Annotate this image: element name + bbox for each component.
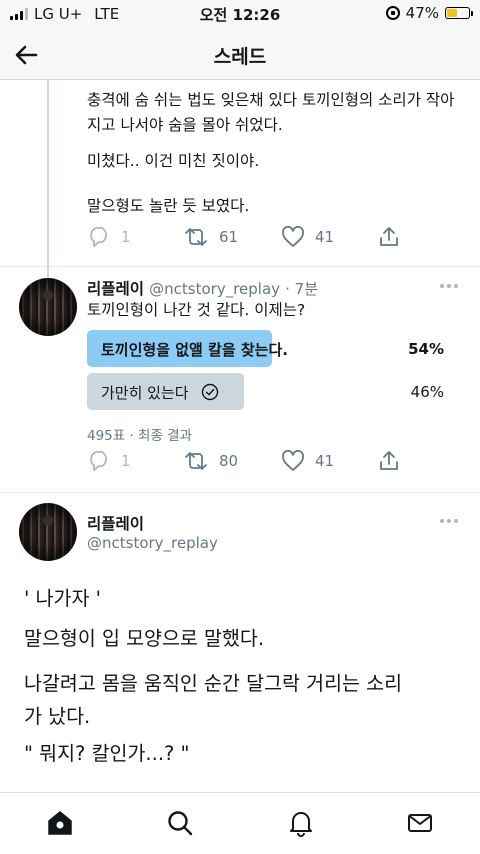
like-button[interactable]: 41 [281, 450, 334, 472]
poll-summary: 495표 · 최종 결과 [87, 428, 193, 444]
tweet3-text-line2: 말으형이 입 모양으로 말했다. [24, 627, 265, 650]
poll-option-bar: 토끼인형을 없앨 칼을 찾는다. [87, 330, 288, 367]
avatar[interactable] [19, 278, 77, 336]
like-count: 41 [315, 452, 335, 470]
tweet3-text-line1: ' 나가자 ' [24, 587, 101, 610]
retweet-icon [185, 452, 207, 470]
check-circle-icon [201, 383, 219, 401]
reply-icon [90, 227, 108, 247]
tweet3-text-line5: " 뭐지? 칼인가...? " [24, 742, 190, 765]
retweet-count: 80 [219, 452, 239, 470]
share-icon [380, 451, 398, 470]
tweet1-actions: 1 61 41 [87, 226, 407, 252]
home-icon [48, 811, 72, 835]
heart-icon [282, 226, 304, 247]
author-name[interactable]: 리플레이 [87, 280, 144, 298]
more-dot [454, 519, 458, 523]
status-bar: LG U+ LTE 오전 12:26 47% [0, 0, 480, 28]
like-count: 41 [315, 228, 335, 246]
retweet-button[interactable]: 80 [183, 450, 238, 472]
like-button[interactable]: 41 [281, 226, 334, 248]
nav-header: 스레드 [0, 28, 480, 80]
tab-notifications[interactable] [287, 809, 315, 837]
battery-icon [445, 7, 473, 19]
author-handle[interactable]: @nctstory_replay [87, 534, 218, 552]
tweet2-actions: 1 80 41 [87, 450, 407, 476]
retweet-button[interactable]: 61 [183, 226, 238, 248]
more-options-button[interactable] [440, 284, 458, 288]
share-button[interactable] [377, 450, 401, 472]
more-dot [440, 284, 444, 288]
poll-option-label: 토끼인형을 없앨 칼을 찾는다. [101, 341, 288, 359]
battery-percent: 47% [405, 4, 439, 22]
notifications-icon [290, 812, 312, 837]
retweet-icon [185, 228, 207, 246]
tweet1-text-line2: 지고 나서야 숨을 몰아 쉬었다. [87, 116, 283, 134]
tweet-divider [0, 492, 480, 493]
tweet2-text: 토끼인형이 나간 것 같다. 이제는? [87, 301, 306, 319]
messages-icon [408, 814, 432, 832]
poll-option-label: 가만히 있는다 [101, 384, 189, 402]
retweet-count: 61 [219, 228, 239, 246]
reply-icon [90, 451, 108, 471]
heart-icon [282, 450, 304, 471]
tweet2-author: 리플레이 @nctstory_replay · 7분 [87, 277, 318, 299]
page-title: 스레드 [213, 46, 267, 68]
reply-count: 1 [121, 228, 131, 246]
reply-button[interactable]: 1 [87, 450, 131, 472]
search-icon [168, 811, 193, 836]
tab-messages[interactable] [406, 809, 434, 837]
share-icon [380, 227, 398, 246]
tab-search[interactable] [166, 809, 194, 837]
reply-count: 1 [121, 452, 131, 470]
tab-home[interactable] [46, 809, 74, 837]
more-dot [454, 284, 458, 288]
poll-option-percent: 46% [410, 383, 444, 401]
more-options-button[interactable] [440, 519, 458, 523]
more-dot [447, 519, 451, 523]
tweet-time: · 7분 [285, 280, 319, 298]
status-right: 47% [385, 4, 473, 22]
poll-option-percent: 54% [408, 340, 444, 358]
rotation-lock-icon [385, 6, 400, 20]
thread-connector [47, 80, 49, 280]
author-handle[interactable]: @nctstory_replay [149, 280, 280, 298]
bottom-tab-bar [0, 792, 480, 854]
tweet1-text-line3: 미쳤다.. 이건 미친 짓이야. [87, 152, 260, 170]
tweet1-text-line1: 충격에 숨 쉬는 법도 잊은채 있다 토끼인형의 소리가 작아 [87, 91, 455, 109]
tweet1-text-line4: 말으형도 놀란 듯 보였다. [87, 197, 250, 215]
poll-option-bar: 가만히 있는다 [87, 373, 244, 410]
author-name[interactable]: 리플레이 [87, 512, 144, 534]
battery-fill [447, 9, 457, 17]
tweet3-text-line3: 나갈려고 몸을 움직인 순간 달그락 거리는 소리 [24, 672, 403, 695]
more-dot [440, 519, 444, 523]
tweet-divider [0, 266, 480, 267]
tweet3-text-line4: 가 났다. [24, 705, 91, 728]
share-button[interactable] [377, 226, 401, 248]
more-dot [447, 284, 451, 288]
reply-button[interactable]: 1 [87, 226, 131, 248]
avatar[interactable] [19, 503, 77, 561]
